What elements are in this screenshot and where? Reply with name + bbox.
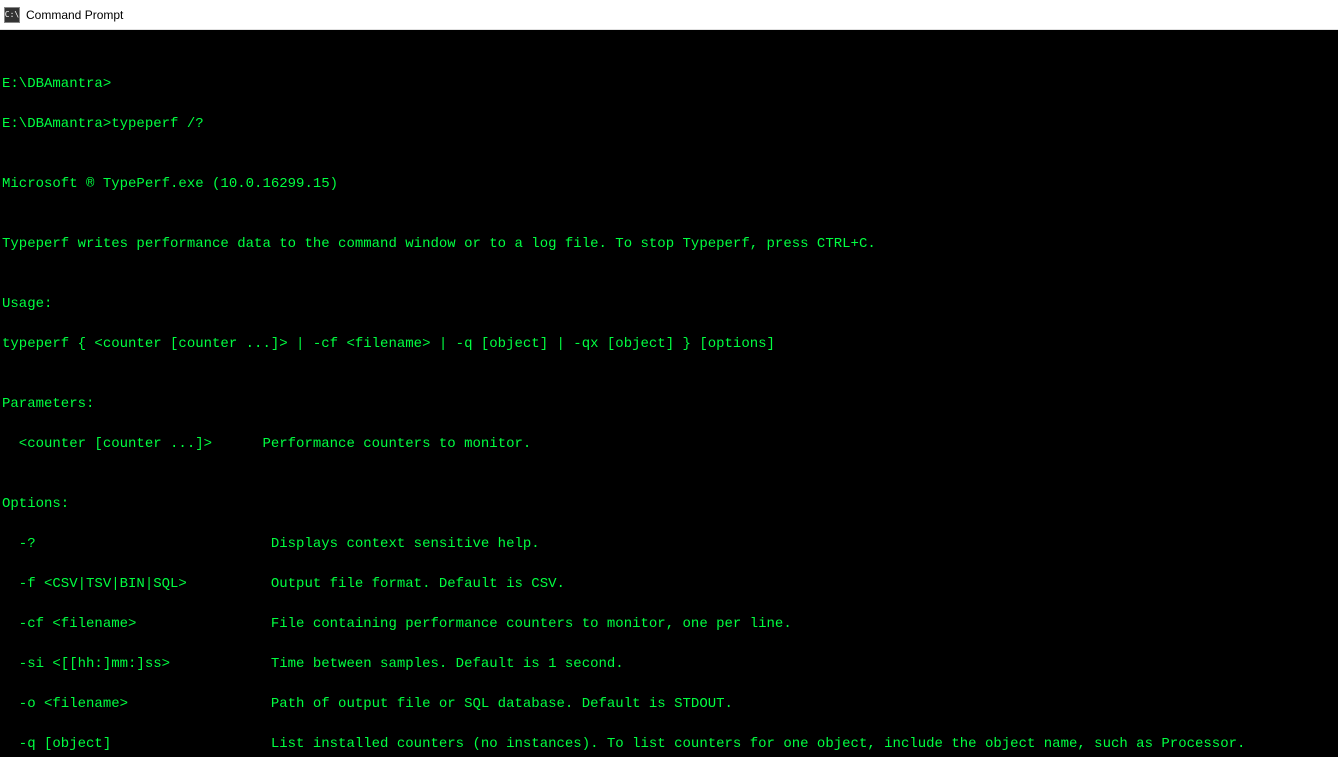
option-si: -si <[[hh:]mm:]ss> Time between samples.…	[2, 654, 1336, 674]
option-help: -? Displays context sensitive help.	[2, 534, 1336, 554]
terminal-output[interactable]: E:\DBAmantra> E:\DBAmantra>typeperf /? M…	[0, 30, 1338, 757]
terminal-prompt-command: E:\DBAmantra>typeperf /?	[2, 114, 1336, 134]
option-f: -f <CSV|TSV|BIN|SQL> Output file format.…	[2, 574, 1336, 594]
option-q: -q [object] List installed counters (no …	[2, 734, 1336, 754]
terminal-prompt: E:\DBAmantra>	[2, 74, 1336, 94]
terminal-version: Microsoft ® TypePerf.exe (10.0.16299.15)	[2, 174, 1336, 194]
usage-header: Usage:	[2, 294, 1336, 314]
usage-line: typeperf { <counter [counter ...]> | -cf…	[2, 334, 1336, 354]
window-title: Command Prompt	[26, 8, 123, 22]
options-header: Options:	[2, 494, 1336, 514]
option-o: -o <filename> Path of output file or SQL…	[2, 694, 1336, 714]
terminal-description: Typeperf writes performance data to the …	[2, 234, 1336, 254]
cmd-icon: C:\	[4, 7, 20, 23]
title-bar[interactable]: C:\ Command Prompt	[0, 0, 1338, 30]
param-counter: <counter [counter ...]> Performance coun…	[2, 434, 1336, 454]
parameters-header: Parameters:	[2, 394, 1336, 414]
option-cf: -cf <filename> File containing performan…	[2, 614, 1336, 634]
